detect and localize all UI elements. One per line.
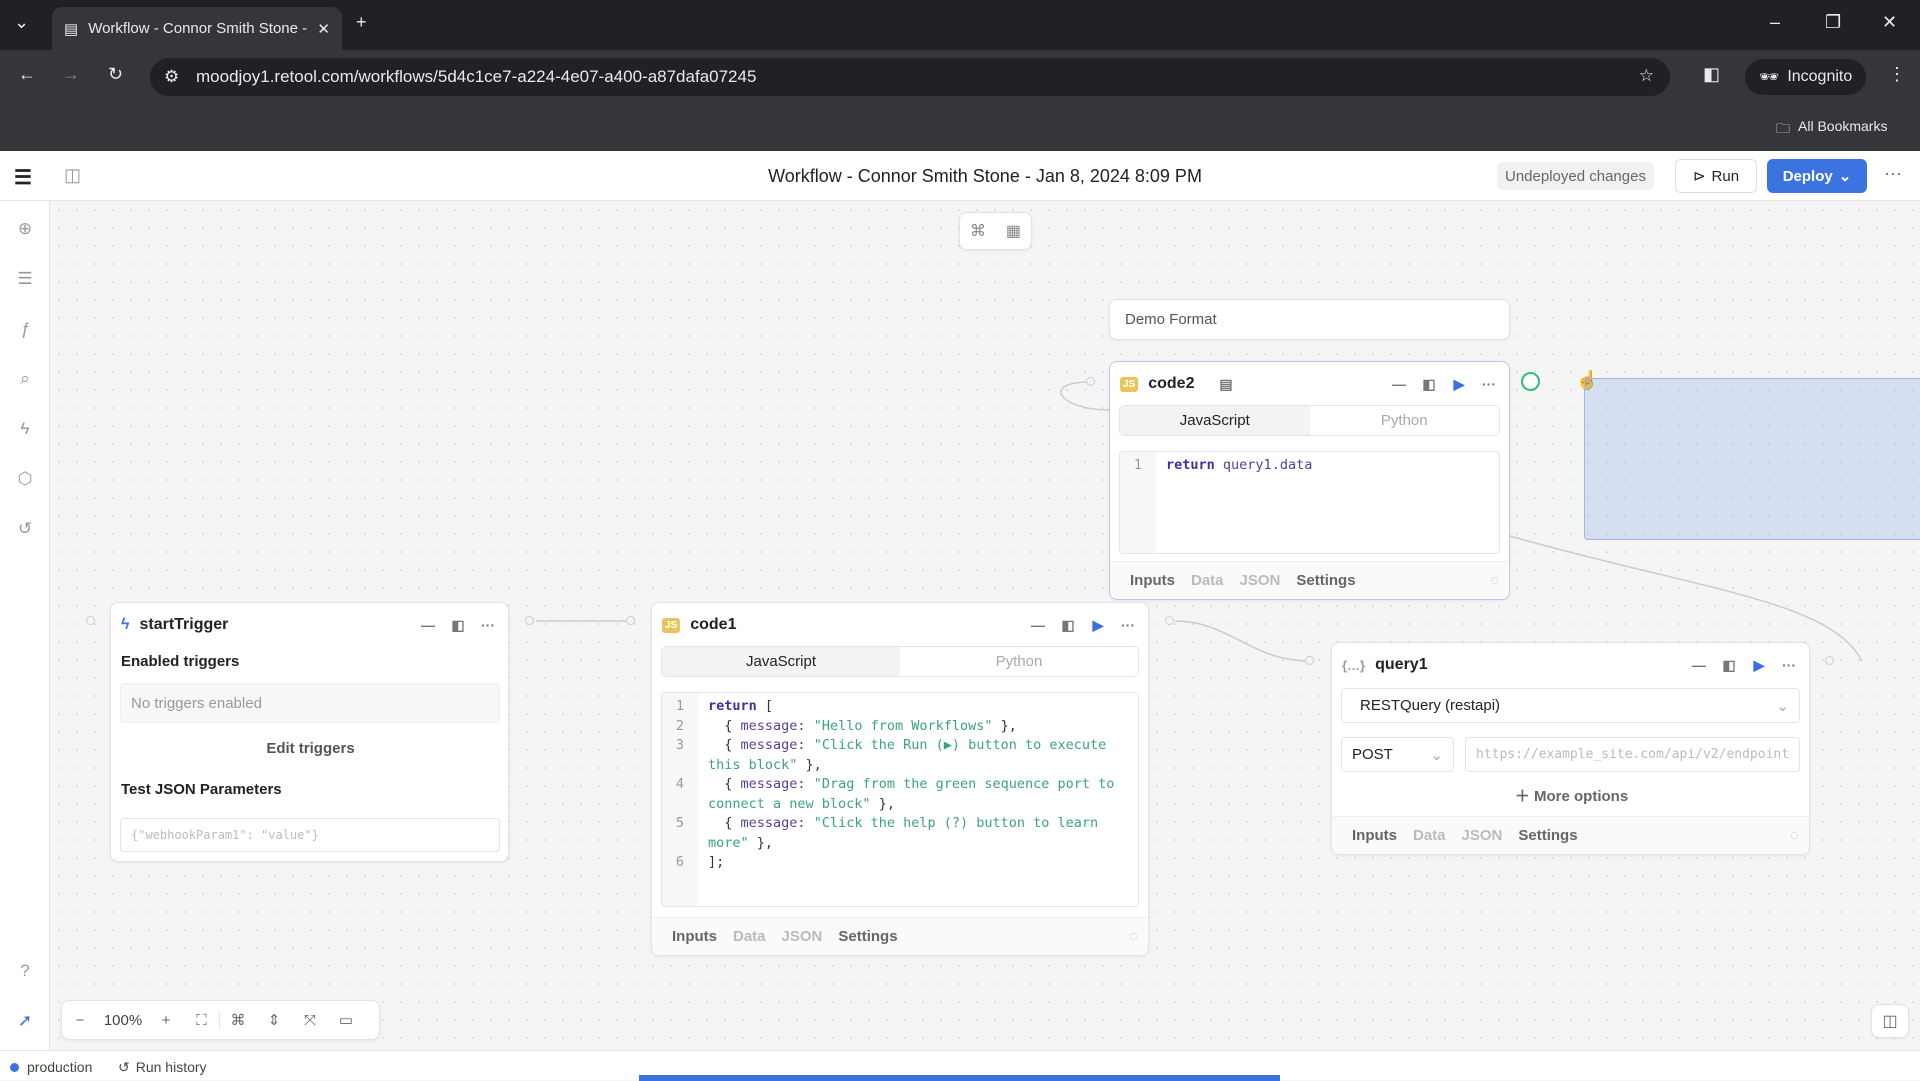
tab-json[interactable]: JSON xyxy=(1462,827,1503,844)
javascript-icon: JS xyxy=(662,617,681,633)
test-json-label: Test JSON Parameters xyxy=(121,781,282,798)
note-demo-format[interactable]: Demo Format xyxy=(1109,299,1510,340)
block-menu-icon[interactable]: ··· xyxy=(1118,617,1138,633)
tab-settings[interactable]: Settings xyxy=(838,928,897,945)
code2-block[interactable]: JS code2 ▤ — ◧ ▶ ··· JavaScript Python 1 retu… xyxy=(1109,361,1510,600)
run-block-icon[interactable]: ▶ xyxy=(1088,617,1108,634)
tab-python[interactable]: Python xyxy=(900,647,1138,676)
run-history-button[interactable]: ↺ Run history xyxy=(118,1059,207,1076)
run-block-icon[interactable]: ▶ xyxy=(1749,657,1769,674)
braces-icon: {…} xyxy=(1342,657,1366,673)
grid-icon[interactable]: ▦ xyxy=(1006,221,1021,241)
tab-json[interactable]: JSON xyxy=(1240,572,1281,589)
loading-icon: ◌ xyxy=(1790,827,1799,844)
enabled-triggers-label: Enabled triggers xyxy=(121,653,240,670)
auto-layout-icon[interactable]: ⌘ xyxy=(220,1011,256,1029)
history-icon: ↺ xyxy=(118,1059,130,1075)
selection-rectangle xyxy=(1584,378,1920,540)
plus-icon: ＋ xyxy=(1514,788,1534,805)
zoom-level: 100% xyxy=(103,1011,143,1029)
collapse-all-icon[interactable]: ⤧ xyxy=(292,1012,328,1029)
green-sequence-port[interactable] xyxy=(1521,372,1540,391)
expand-block-icon[interactable]: ◧ xyxy=(1719,657,1739,674)
chevron-down-icon: ⌄ xyxy=(1430,746,1443,764)
block-menu-icon[interactable]: ··· xyxy=(1779,657,1799,673)
more-options-button[interactable]: ＋ More options xyxy=(1332,785,1811,806)
progress-bar xyxy=(639,1075,1280,1081)
code-editor[interactable]: 1 return [ 2 { message: "Hello from Workf… xyxy=(661,692,1139,907)
block-menu-icon[interactable]: ··· xyxy=(1479,376,1499,392)
canvas-top-toolbar: ⌘ ▦ xyxy=(959,212,1032,250)
resource-select[interactable]: RESTQuery (restapi) ⌄ xyxy=(1341,688,1800,723)
output-port[interactable] xyxy=(525,616,534,625)
output-port[interactable] xyxy=(1165,616,1174,625)
method-select[interactable]: POST ⌄ xyxy=(1341,737,1454,772)
loading-icon: ◌ xyxy=(1129,928,1138,945)
expand-all-icon[interactable]: ⇕ xyxy=(256,1011,292,1029)
fit-screen-icon[interactable]: ⛶ xyxy=(184,1011,220,1029)
auto-layout-icon[interactable]: ⌘ xyxy=(970,221,986,241)
code-line: 4 { message: "Drag from the green sequen… xyxy=(675,776,1123,812)
url-input[interactable]: https://example_site.com/api/v2/endpoint xyxy=(1465,737,1800,772)
triggers-list: No triggers enabled xyxy=(120,683,500,723)
minimize-block-icon[interactable]: — xyxy=(1389,376,1409,392)
code-line: 3 { message: "Click the Run (▶) button t… xyxy=(675,737,1115,773)
tab-inputs[interactable]: Inputs xyxy=(1130,572,1175,589)
run-block-icon[interactable]: ▶ xyxy=(1449,376,1469,393)
tab-python[interactable]: Python xyxy=(1310,406,1500,435)
minimize-block-icon[interactable]: — xyxy=(1028,617,1048,633)
code-line: 2 { message: "Hello from Workflows" }, xyxy=(675,717,1017,734)
code1-block[interactable]: JS code1 — ◧ ▶ ··· JavaScript Python 1 return … xyxy=(651,602,1149,956)
block-menu-icon[interactable]: ··· xyxy=(478,617,498,633)
description-icon[interactable]: ▤ xyxy=(1216,376,1236,393)
tab-json[interactable]: JSON xyxy=(782,928,823,945)
tab-settings[interactable]: Settings xyxy=(1296,572,1355,589)
tab-data[interactable]: Data xyxy=(733,928,766,945)
code-editor[interactable]: 1 return query1.data xyxy=(1119,451,1500,554)
canvas-bottom-toolbar: − 100% + ⛶ ⌘ ⇕ ⤧ ▭ xyxy=(61,1000,380,1040)
comment-icon[interactable]: ▭ xyxy=(328,1011,364,1029)
tab-settings[interactable]: Settings xyxy=(1518,827,1577,844)
chevron-down-icon: ⌄ xyxy=(1776,697,1789,715)
input-port[interactable] xyxy=(86,616,95,625)
code-line: 1 return [ xyxy=(675,698,774,714)
input-port[interactable] xyxy=(1086,377,1095,386)
test-json-input[interactable]: {"webhookParam1": "value"} xyxy=(120,818,500,852)
minimap-toggle-icon[interactable]: ◫ xyxy=(1871,1004,1909,1038)
input-port[interactable] xyxy=(1305,656,1314,665)
environment-dot-icon xyxy=(10,1062,19,1072)
tab-javascript[interactable]: JavaScript xyxy=(1120,406,1310,435)
zoom-in-icon[interactable]: + xyxy=(148,1012,184,1029)
environment-selector[interactable]: production xyxy=(10,1059,92,1075)
edit-triggers-button[interactable]: Edit triggers xyxy=(111,740,510,757)
output-port[interactable] xyxy=(1825,656,1834,665)
expand-block-icon[interactable]: ◧ xyxy=(1058,617,1078,634)
status-bar: production ↺ Run history xyxy=(0,1050,1920,1081)
minimize-block-icon[interactable]: — xyxy=(418,617,438,633)
javascript-icon: JS xyxy=(1120,376,1139,392)
tab-inputs[interactable]: Inputs xyxy=(1352,827,1397,844)
start-trigger-block[interactable]: ϟ startTrigger — ◧ ··· Enabled triggers No … xyxy=(110,602,509,862)
minimize-block-icon[interactable]: — xyxy=(1689,657,1709,673)
tab-data[interactable]: Data xyxy=(1191,572,1224,589)
expand-block-icon[interactable]: ◧ xyxy=(448,617,468,634)
code-line: 5 { message: "Click the help (?) button … xyxy=(675,815,1107,851)
input-port[interactable] xyxy=(626,616,635,625)
query1-block[interactable]: {…} query1 — ◧ ▶ ··· RESTQuery (restapi) ⌄ PO… xyxy=(1331,642,1810,855)
lightning-icon: ϟ xyxy=(121,616,130,633)
tab-javascript[interactable]: JavaScript xyxy=(662,647,900,676)
tab-inputs[interactable]: Inputs xyxy=(672,928,717,945)
expand-block-icon[interactable]: ◧ xyxy=(1419,376,1439,393)
loading-icon: ◌ xyxy=(1490,572,1499,589)
zoom-out-icon[interactable]: − xyxy=(62,1012,98,1029)
tab-data[interactable]: Data xyxy=(1413,827,1446,844)
code-line: 6]; xyxy=(675,854,725,870)
